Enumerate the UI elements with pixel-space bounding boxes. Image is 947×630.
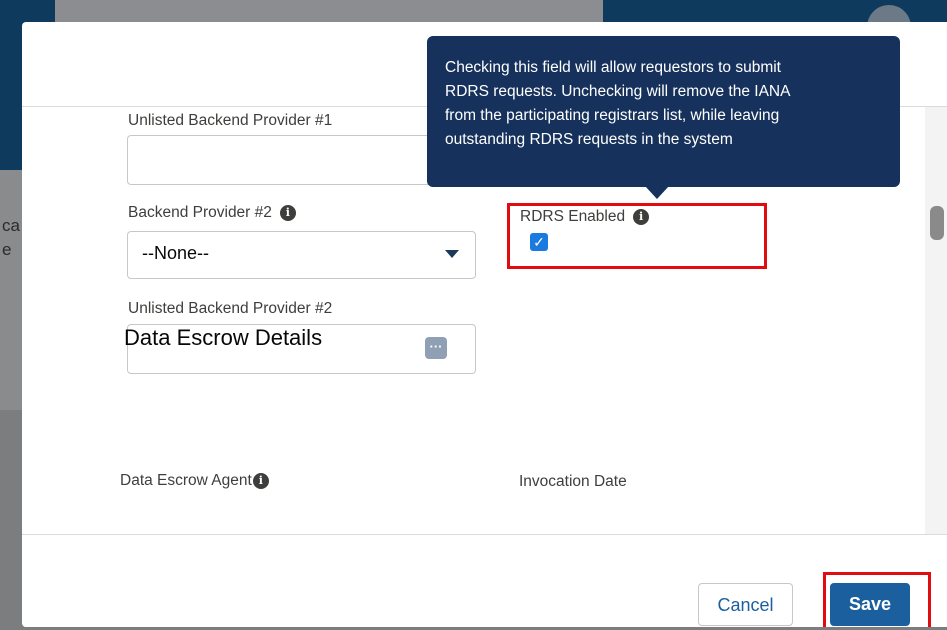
ellipsis-icon[interactable]: ··· (425, 337, 447, 359)
modal-footer: Cancel Save (22, 534, 947, 627)
background-panel (0, 170, 22, 410)
rdrs-help-tooltip: Checking this field will allow requestor… (427, 36, 900, 187)
invocation-date-label: Invocation Date (519, 473, 627, 490)
info-icon[interactable]: i (279, 204, 296, 221)
unlisted-backend-1-input[interactable] (127, 135, 476, 185)
tooltip-arrow (645, 186, 669, 199)
edit-modal: Edit 1479 Unlisted Backend Provider #1 B… (22, 22, 947, 627)
backend-2-selected-value: --None-- (142, 243, 210, 263)
background-text: e (2, 240, 12, 259)
scrollbar-track[interactable] (925, 107, 947, 534)
unlisted-backend-1-label: Unlisted Backend Provider #1 (128, 112, 333, 129)
info-icon[interactable]: i (252, 472, 269, 489)
chevron-down-icon (445, 250, 459, 258)
backend-2-select[interactable]: --None-- (127, 231, 476, 279)
unlisted-backend-2-label: Unlisted Backend Provider #2 (128, 300, 333, 317)
tooltip-line: outstanding RDRS requests in the system (445, 131, 733, 148)
save-highlight-box (823, 572, 931, 627)
background-text: ca (2, 216, 20, 235)
data-escrow-agent-label-text: Data Escrow Agent (120, 472, 252, 489)
data-escrow-agent-label: Data Escrow Agent i (120, 472, 269, 490)
tooltip-line: Checking this field will allow requestor… (445, 59, 781, 76)
cancel-button[interactable]: Cancel (698, 583, 793, 626)
scrollbar-thumb[interactable] (930, 206, 944, 240)
background-app-bar (55, 0, 603, 22)
tooltip-line: RDRS requests. Unchecking will remove th… (445, 83, 791, 100)
rdrs-highlight-box (507, 203, 767, 269)
section-title-data-escrow: Data Escrow Details (124, 325, 323, 350)
backend-2-label: Backend Provider #2 i (128, 204, 296, 222)
backend-2-label-text: Backend Provider #2 (128, 204, 272, 221)
tooltip-line: from the participating registrars list, … (445, 107, 780, 124)
